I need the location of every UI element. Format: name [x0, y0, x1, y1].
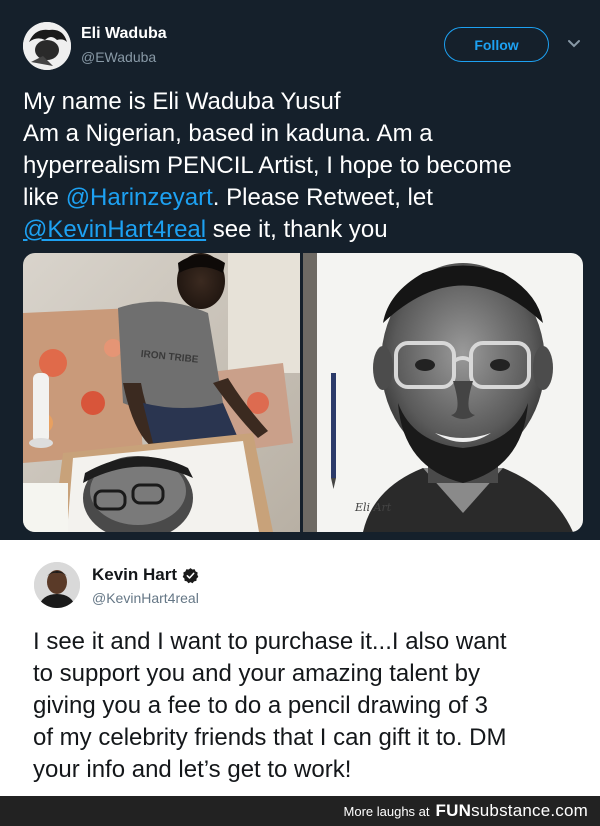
tweet-text: My name is Eli Waduba Yusuf Am a Nigeria… [23, 86, 583, 246]
footer-tagline: More laughs at [343, 803, 430, 819]
tweet-media[interactable]: IRON TRIBE Eli Art [23, 253, 583, 532]
footer-brand-suffix: .com [550, 801, 588, 820]
finished-portrait-photo[interactable]: Eli Art [303, 253, 583, 532]
reply-author-name-row[interactable]: Kevin Hart [92, 565, 199, 585]
author-avatar[interactable] [23, 22, 71, 70]
tweet-text-line: My name is Eli Waduba Yusuf [23, 88, 341, 115]
artist-signature: Eli Art [354, 501, 392, 514]
reply-text-line: to support you and your amazing talent b… [33, 660, 480, 687]
tweet-text-fragment: see it, thank you [206, 216, 388, 243]
reply-author-handle[interactable]: @KevinHart4real [92, 590, 199, 606]
tweet-header: Eli Waduba @EWaduba Follow [0, 0, 600, 80]
reply-tweet: Kevin Hart @KevinHart4real I see it and … [0, 540, 600, 796]
reply-text-line: of my celebrity friends that I can gift … [33, 724, 507, 751]
author-handle[interactable]: @EWaduba [81, 49, 156, 65]
tweet-text-line: hyperrealism PENCIL Artist, I hope to be… [23, 152, 512, 179]
follow-button[interactable]: Follow [444, 27, 549, 62]
footer-brand-bold: FUN [435, 801, 472, 820]
reply-text: I see it and I want to purchase it...I a… [33, 626, 593, 786]
verified-badge-icon [182, 567, 199, 583]
tweet-text-line: @KevinHart4real see it, thank you [23, 214, 583, 246]
reply-text-line: your info and let’s get to work! [33, 756, 352, 783]
tweet-text-fragment: . Please Retweet, let [212, 184, 433, 211]
reply-text-line: giving you a fee to do a pencil drawing … [33, 692, 488, 719]
author-name[interactable]: Eli Waduba [81, 25, 167, 43]
reply-author-avatar[interactable] [34, 562, 80, 608]
site-footer: More laughs at FUNsubstance.com [0, 796, 600, 826]
footer-brand-logo[interactable]: FUNsubstance.com [436, 801, 588, 821]
tweet-text-line: Am a Nigerian, based in kaduna. Am a [23, 120, 433, 147]
chevron-down-icon[interactable] [566, 36, 582, 52]
tweet-text-fragment: like [23, 184, 66, 211]
reply-author-name[interactable]: Kevin Hart [92, 565, 177, 585]
reply-text-line: I see it and I want to purchase it...I a… [33, 628, 507, 655]
mention-link-harinzeyart[interactable]: @Harinzeyart [66, 184, 213, 211]
artist-drawing-photo[interactable]: IRON TRIBE [23, 253, 300, 532]
tweet-text-line: like @Harinzeyart. Please Retweet, let [23, 182, 583, 214]
footer-brand-light: substance [471, 801, 551, 820]
mention-link-kevinhart[interactable]: @KevinHart4real [23, 216, 206, 243]
